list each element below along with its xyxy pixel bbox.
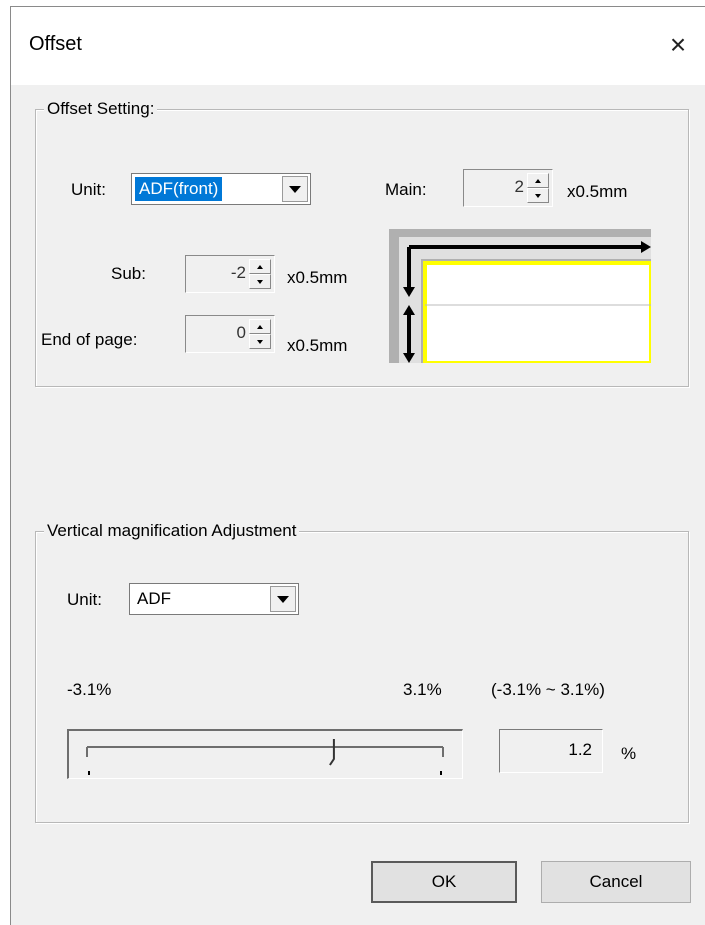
slider-min-label: -3.1% <box>67 680 112 699</box>
sub-unit: x0.5mm <box>287 268 348 287</box>
arrow-down-icon <box>257 339 263 344</box>
slider-track-graphic <box>86 739 444 775</box>
sub-value: -2 <box>230 263 246 282</box>
magnification-value: 1.2 <box>568 740 592 759</box>
chevron-down-icon <box>289 185 301 193</box>
offset-setting-label: Offset Setting: <box>44 98 158 120</box>
offset-preview-diagram <box>389 229 653 365</box>
vertical-unit-value: ADF <box>137 589 171 608</box>
sub-spinbox[interactable]: -2 <box>185 255 275 293</box>
offset-unit-label: Unit: <box>71 180 106 199</box>
sub-label: Sub: <box>111 264 146 283</box>
chevron-down-icon <box>277 595 289 603</box>
arrow-up-icon <box>257 264 263 269</box>
magnification-slider[interactable] <box>67 729 463 779</box>
preview-paper <box>423 261 653 365</box>
ok-button-label: OK <box>431 872 457 891</box>
sub-spin-up[interactable] <box>249 259 271 274</box>
end-of-page-spinbox[interactable]: 0 <box>185 315 275 353</box>
magnification-value-box: 1.2 <box>499 729 603 773</box>
cancel-button-label: Cancel <box>589 872 643 891</box>
arrow-up-icon <box>535 178 541 183</box>
end-of-page-value: 0 <box>236 323 246 342</box>
arrow-up-icon <box>257 324 263 329</box>
end-of-page-label: End of page: <box>41 330 138 349</box>
offset-unit-value: ADF(front) <box>135 177 223 201</box>
main-unit: x0.5mm <box>567 182 628 201</box>
main-value: 2 <box>514 177 524 196</box>
offset-unit-select[interactable]: ADF(front) <box>131 173 311 205</box>
end-of-page-spin-down[interactable] <box>249 334 271 349</box>
main-spin-up[interactable] <box>527 173 549 188</box>
close-button[interactable]: × <box>656 25 700 65</box>
ok-button[interactable]: OK <box>371 861 517 903</box>
vertical-magnification-label: Vertical magnification Adjustment <box>44 520 300 542</box>
slider-thumb[interactable] <box>329 739 335 766</box>
main-spinbox[interactable]: 2 <box>463 169 553 207</box>
close-icon: × <box>669 29 687 60</box>
arrow-down-icon <box>257 279 263 284</box>
end-of-page-unit: x0.5mm <box>287 336 348 355</box>
offset-unit-dropdown-button[interactable] <box>282 176 308 202</box>
slider-range-label: (-3.1% ~ 3.1%) <box>491 680 605 699</box>
offset-preview-illustration <box>389 229 653 365</box>
percent-label: % <box>621 744 637 763</box>
title-bar: Offset × <box>11 7 705 85</box>
end-of-page-spin-up[interactable] <box>249 319 271 334</box>
offset-dialog: Offset × Offset Setting: Unit: ADF(front… <box>10 6 705 925</box>
cancel-button[interactable]: Cancel <box>541 861 691 903</box>
vertical-unit-label: Unit: <box>67 590 102 609</box>
vertical-unit-select[interactable]: ADF <box>129 583 299 615</box>
sub-spin-down[interactable] <box>249 274 271 289</box>
main-spin-down[interactable] <box>527 188 549 203</box>
main-label: Main: <box>385 180 427 199</box>
dialog-title: Offset <box>29 33 82 55</box>
vertical-unit-dropdown-button[interactable] <box>270 586 296 612</box>
slider-max-label: 3.1% <box>403 680 442 699</box>
arrow-down-icon <box>535 193 541 198</box>
